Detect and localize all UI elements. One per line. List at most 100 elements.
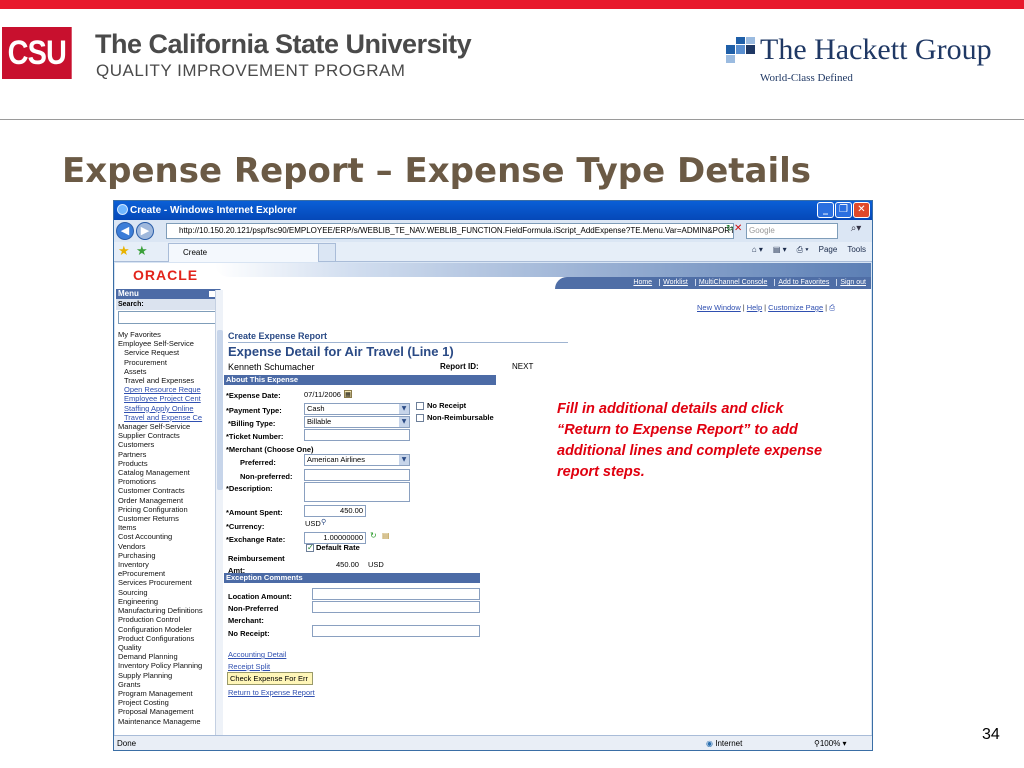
- menu-item[interactable]: Customer Returns: [116, 514, 220, 523]
- close-button[interactable]: ✕: [853, 202, 870, 218]
- menu-item[interactable]: Pricing Configuration: [116, 505, 220, 514]
- add-favorites-icon[interactable]: ★: [136, 244, 148, 259]
- calendar-icon[interactable]: ▦: [344, 390, 352, 398]
- no-receipt-checkbox[interactable]: [416, 402, 424, 410]
- non-preferred-merchant-input[interactable]: [304, 469, 410, 481]
- menu-item[interactable]: Production Control: [116, 615, 220, 624]
- header-link-sign-out[interactable]: Sign out: [836, 279, 869, 286]
- customize-page-link[interactable]: Customize Page: [768, 303, 823, 312]
- currency-value[interactable]: USD: [305, 519, 321, 528]
- expense-date-value[interactable]: 07/11/2006: [304, 390, 341, 399]
- menu-item[interactable]: My Favorites: [116, 330, 220, 339]
- menu-item[interactable]: Inventory: [116, 560, 220, 569]
- no-receipt-comment-input[interactable]: [312, 625, 480, 637]
- home-icon[interactable]: ⌂ ▾: [752, 245, 763, 255]
- new-window-link[interactable]: New Window: [697, 303, 741, 312]
- search-input[interactable]: Google: [746, 223, 838, 239]
- menu-item[interactable]: Customer Contracts: [116, 486, 220, 495]
- tab-create[interactable]: Create: [168, 243, 336, 262]
- menu-item[interactable]: Travel and Expense Ce: [116, 413, 220, 422]
- maximize-button[interactable]: ❐: [835, 202, 852, 218]
- print-icon[interactable]: ⎙ ▾: [797, 245, 809, 255]
- menu-item[interactable]: Supply Planning: [116, 671, 220, 680]
- menu-item[interactable]: Manufacturing Definitions: [116, 606, 220, 615]
- menu-item[interactable]: Products: [116, 459, 220, 468]
- ticket-number-input[interactable]: [304, 429, 410, 441]
- employee-name: Kenneth Schumacher: [228, 362, 315, 372]
- new-tab-button[interactable]: [318, 243, 336, 262]
- return-to-expense-report-link[interactable]: Return to Expense Report: [228, 688, 315, 697]
- lookup-search-icon[interactable]: ⚲: [321, 518, 326, 526]
- menu-item[interactable]: Order Management: [116, 496, 220, 505]
- menu-item[interactable]: Configuration Modeler: [116, 625, 220, 634]
- location-amount-input[interactable]: [312, 588, 480, 600]
- tools-menu[interactable]: Tools: [847, 245, 866, 255]
- menu-item[interactable]: Promotions: [116, 477, 220, 486]
- menu-item[interactable]: Partners: [116, 450, 220, 459]
- help-link[interactable]: Help: [747, 303, 762, 312]
- menu-item[interactable]: Manager Self-Service: [116, 422, 220, 431]
- search-icon[interactable]: ⌕▾: [844, 223, 868, 239]
- menu-item[interactable]: Assets: [116, 367, 220, 376]
- menu-item[interactable]: Grants: [116, 680, 220, 689]
- menu-item[interactable]: Procurement: [116, 358, 220, 367]
- amount-spent-input[interactable]: 450.00: [304, 505, 366, 517]
- check-expense-button[interactable]: Check Expense For Err: [227, 672, 313, 685]
- menu-item[interactable]: Services Procurement: [116, 578, 220, 587]
- print-page-icon[interactable]: ⎙: [829, 303, 835, 312]
- menu-item[interactable]: Supplier Contracts: [116, 431, 220, 440]
- refresh-rate-icon[interactable]: ↻: [370, 531, 377, 540]
- menu-scrollbar[interactable]: [215, 290, 223, 735]
- menu-item[interactable]: Quality: [116, 643, 220, 652]
- menu-item[interactable]: Items: [116, 523, 220, 532]
- menu-item[interactable]: Cost Accounting: [116, 532, 220, 541]
- forward-arrow-icon[interactable]: ▶: [136, 222, 154, 240]
- menu-item[interactable]: Maintenance Manageme: [116, 717, 220, 726]
- refresh-icon[interactable]: ↻: [726, 224, 734, 234]
- window-titlebar: Create - Windows Internet Explorer _ ❐ ✕: [114, 201, 872, 220]
- menu-item[interactable]: Open Resource Reque: [116, 385, 220, 394]
- stop-icon[interactable]: ✕: [734, 223, 742, 234]
- feeds-icon[interactable]: ▤ ▾: [773, 245, 787, 255]
- header-link-multichannel[interactable]: MultiChannel Console: [694, 279, 770, 286]
- back-arrow-icon[interactable]: ◀: [116, 222, 134, 240]
- menu-item[interactable]: Service Request: [116, 348, 220, 357]
- default-rate-checkbox[interactable]: [306, 543, 314, 552]
- menu-item[interactable]: Project Costing: [116, 698, 220, 707]
- menu-item[interactable]: Engineering: [116, 597, 220, 606]
- address-bar[interactable]: http://10.150.20.121/psp/fsc90/EMPLOYEE/…: [166, 223, 734, 239]
- favorites-star-icon[interactable]: ★: [118, 244, 130, 259]
- non-preferred-merchant-comment-input[interactable]: [312, 601, 480, 613]
- menu-item[interactable]: Catalog Management: [116, 468, 220, 477]
- header-link-worklist[interactable]: Worklist: [659, 279, 691, 286]
- menu-item[interactable]: Sourcing: [116, 588, 220, 597]
- menu-item[interactable]: Customers: [116, 440, 220, 449]
- chevron-down-icon: ▼: [399, 455, 409, 465]
- rate-detail-icon[interactable]: ▤: [382, 531, 390, 540]
- billing-type-select[interactable]: Billable ▼: [304, 416, 410, 428]
- page-menu[interactable]: Page: [819, 245, 838, 255]
- non-reimbursable-checkbox[interactable]: [416, 414, 424, 422]
- menu-item[interactable]: Employee Self-Service: [116, 339, 220, 348]
- menu-item[interactable]: Purchasing: [116, 551, 220, 560]
- payment-type-select[interactable]: Cash ▼: [304, 403, 410, 415]
- preferred-merchant-select[interactable]: American Airlines ▼: [304, 454, 410, 466]
- menu-item[interactable]: Proposal Management: [116, 707, 220, 716]
- description-textarea[interactable]: [304, 482, 410, 502]
- menu-item[interactable]: Product Configurations: [116, 634, 220, 643]
- minimize-button[interactable]: _: [817, 202, 834, 218]
- menu-item[interactable]: Inventory Policy Planning: [116, 661, 220, 670]
- menu-item[interactable]: Program Management: [116, 689, 220, 698]
- menu-item[interactable]: Vendors: [116, 542, 220, 551]
- receipt-split-link[interactable]: Receipt Split: [228, 662, 270, 671]
- menu-item[interactable]: Demand Planning: [116, 652, 220, 661]
- header-link-home[interactable]: Home: [630, 279, 655, 286]
- header-link-add-favorites[interactable]: Add to Favorites: [774, 279, 832, 286]
- menu-item[interactable]: Staffing Apply Online: [116, 404, 220, 413]
- menu-item[interactable]: eProcurement: [116, 569, 220, 578]
- menu-item[interactable]: Employee Project Cent: [116, 394, 220, 403]
- menu-search-input[interactable]: [118, 311, 218, 324]
- menu-item[interactable]: Travel and Expenses: [116, 376, 220, 385]
- accounting-detail-link[interactable]: Accounting Detail: [228, 650, 286, 659]
- zoom-control[interactable]: ⚲100% ▾: [814, 736, 847, 750]
